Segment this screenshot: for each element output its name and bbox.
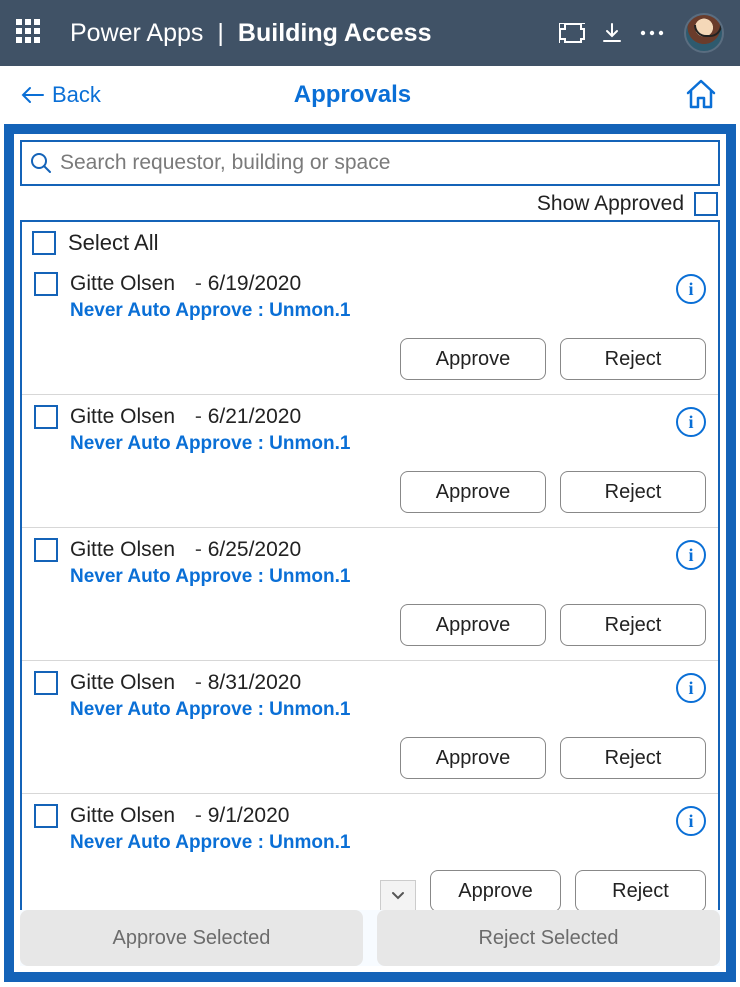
app-launcher-icon[interactable] bbox=[16, 19, 44, 47]
requestor-name: Gitte Olsen bbox=[70, 405, 175, 428]
date-separator: - bbox=[195, 804, 208, 827]
approve-selected-button[interactable]: Approve Selected bbox=[20, 910, 363, 966]
title-divider: | bbox=[217, 19, 224, 48]
content-frame: Show Approved Select All Gitte Olsen - 6… bbox=[4, 124, 736, 982]
search-field[interactable] bbox=[20, 140, 720, 186]
reject-button[interactable]: Reject bbox=[560, 737, 706, 779]
reject-button[interactable]: Reject bbox=[560, 471, 706, 513]
request-checkbox[interactable] bbox=[34, 804, 58, 828]
info-icon[interactable]: i bbox=[676, 407, 706, 437]
approve-button[interactable]: Approve bbox=[400, 338, 546, 380]
approve-button[interactable]: Approve bbox=[400, 471, 546, 513]
chevron-down-icon bbox=[391, 891, 405, 901]
avatar[interactable] bbox=[684, 13, 724, 53]
screen-name: Building Access bbox=[238, 19, 432, 48]
date-separator: - bbox=[195, 272, 208, 295]
more-icon[interactable] bbox=[632, 13, 672, 53]
date-separator: - bbox=[195, 671, 208, 694]
info-icon[interactable]: i bbox=[676, 540, 706, 570]
request-date: 6/21/2020 bbox=[208, 405, 301, 428]
reject-button[interactable]: Reject bbox=[560, 604, 706, 646]
approve-button[interactable]: Approve bbox=[430, 870, 561, 912]
select-all-label: Select All bbox=[68, 230, 159, 256]
home-icon bbox=[684, 77, 718, 111]
subheader: Back Approvals bbox=[0, 66, 740, 124]
requestor-name: Gitte Olsen bbox=[70, 538, 175, 561]
request-checkbox[interactable] bbox=[34, 671, 58, 695]
titlebar: Power Apps | Building Access bbox=[0, 0, 740, 66]
request-date: 6/19/2020 bbox=[208, 272, 301, 295]
footer: Approve Selected Reject Selected bbox=[20, 910, 720, 966]
request-item: Gitte Olsen - 6/19/2020 Never Auto Appro… bbox=[22, 262, 718, 394]
download-icon[interactable] bbox=[592, 13, 632, 53]
show-approved-row: Show Approved bbox=[20, 186, 720, 220]
reject-selected-button[interactable]: Reject Selected bbox=[377, 910, 720, 966]
request-checkbox[interactable] bbox=[34, 405, 58, 429]
request-policy: Never Auto Approve : Unmon.1 bbox=[70, 699, 664, 721]
select-all-row: Select All bbox=[22, 222, 718, 262]
request-date: 8/31/2020 bbox=[208, 671, 301, 694]
reject-button[interactable]: Reject bbox=[560, 338, 706, 380]
request-date: 6/25/2020 bbox=[208, 538, 301, 561]
date-separator: - bbox=[195, 538, 208, 561]
request-item: Gitte Olsen - 9/1/2020 Never Auto Approv… bbox=[22, 793, 718, 926]
fit-to-screen-icon[interactable] bbox=[552, 13, 592, 53]
requestor-name: Gitte Olsen bbox=[70, 272, 175, 295]
info-icon[interactable]: i bbox=[676, 673, 706, 703]
show-approved-checkbox[interactable] bbox=[694, 192, 718, 216]
request-item: Gitte Olsen - 6/21/2020 Never Auto Appro… bbox=[22, 394, 718, 527]
request-policy: Never Auto Approve : Unmon.1 bbox=[70, 832, 664, 854]
approve-button[interactable]: Approve bbox=[400, 737, 546, 779]
request-policy: Never Auto Approve : Unmon.1 bbox=[70, 566, 664, 588]
request-checkbox[interactable] bbox=[34, 272, 58, 296]
request-policy: Never Auto Approve : Unmon.1 bbox=[70, 433, 664, 455]
home-button[interactable] bbox=[684, 77, 720, 113]
date-separator: - bbox=[195, 405, 208, 428]
info-icon[interactable]: i bbox=[676, 806, 706, 836]
info-icon[interactable]: i bbox=[676, 274, 706, 304]
requestor-name: Gitte Olsen bbox=[70, 804, 175, 827]
select-all-checkbox[interactable] bbox=[32, 231, 56, 255]
app-name: Power Apps bbox=[70, 19, 203, 48]
approve-button[interactable]: Approve bbox=[400, 604, 546, 646]
search-icon bbox=[30, 152, 52, 174]
request-checkbox[interactable] bbox=[34, 538, 58, 562]
requests-list: Select All Gitte Olsen - 6/19/2020 Never… bbox=[20, 220, 720, 966]
dropdown-button[interactable] bbox=[380, 880, 416, 912]
request-policy: Never Auto Approve : Unmon.1 bbox=[70, 300, 664, 322]
show-approved-label: Show Approved bbox=[537, 192, 684, 216]
reject-button[interactable]: Reject bbox=[575, 870, 706, 912]
request-item: Gitte Olsen - 6/25/2020 Never Auto Appro… bbox=[22, 527, 718, 660]
request-date: 9/1/2020 bbox=[208, 804, 290, 827]
request-item: Gitte Olsen - 8/31/2020 Never Auto Appro… bbox=[22, 660, 718, 793]
requestor-name: Gitte Olsen bbox=[70, 671, 175, 694]
search-input[interactable] bbox=[60, 151, 710, 175]
page-title: Approvals bbox=[21, 81, 684, 109]
